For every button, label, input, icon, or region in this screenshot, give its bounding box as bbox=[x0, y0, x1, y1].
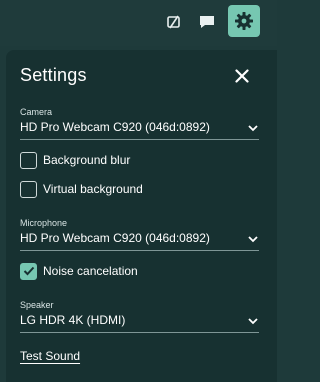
settings-gear-icon[interactable] bbox=[228, 5, 260, 37]
chevron-down-icon bbox=[248, 125, 258, 132]
camera-select-value: HD Pro Webcam C920 (046d:0892) bbox=[20, 120, 210, 134]
close-button[interactable] bbox=[231, 65, 253, 87]
microphone-select[interactable]: HD Pro Webcam C920 (046d:0892) bbox=[20, 229, 259, 251]
virtual-background-label: Virtual background bbox=[43, 182, 143, 196]
test-sound-link[interactable]: Test Sound bbox=[20, 349, 80, 363]
microphone-label: Microphone bbox=[20, 218, 68, 228]
background-blur-option[interactable]: Background blur bbox=[20, 150, 130, 170]
speaker-label: Speaker bbox=[20, 300, 54, 310]
speaker-select-value: LG HDR 4K (HDMI) bbox=[20, 313, 126, 327]
background-blur-label: Background blur bbox=[43, 153, 131, 167]
microphone-select-value: HD Pro Webcam C920 (046d:0892) bbox=[20, 231, 210, 245]
virtual-background-checkbox[interactable] bbox=[20, 180, 37, 198]
noise-cancelation-label: Noise cancelation bbox=[43, 264, 138, 278]
video-off-icon[interactable] bbox=[160, 8, 188, 36]
checkmark-icon bbox=[23, 266, 34, 276]
chat-icon[interactable] bbox=[193, 8, 221, 36]
chevron-down-icon bbox=[248, 236, 258, 243]
settings-panel: Settings Camera HD Pro Webcam C920 (046d… bbox=[6, 50, 277, 382]
call-toolbar bbox=[0, 0, 277, 46]
background-blur-checkbox[interactable] bbox=[20, 151, 37, 169]
noise-cancelation-checkbox[interactable] bbox=[20, 262, 37, 280]
close-icon bbox=[235, 69, 249, 83]
camera-select[interactable]: HD Pro Webcam C920 (046d:0892) bbox=[20, 118, 259, 140]
noise-cancelation-option[interactable]: Noise cancelation bbox=[20, 261, 138, 281]
speaker-select[interactable]: LG HDR 4K (HDMI) bbox=[20, 311, 259, 333]
virtual-background-option[interactable]: Virtual background bbox=[20, 179, 143, 199]
panel-title: Settings bbox=[20, 65, 87, 85]
camera-label: Camera bbox=[20, 107, 53, 117]
chevron-down-icon bbox=[248, 318, 258, 325]
